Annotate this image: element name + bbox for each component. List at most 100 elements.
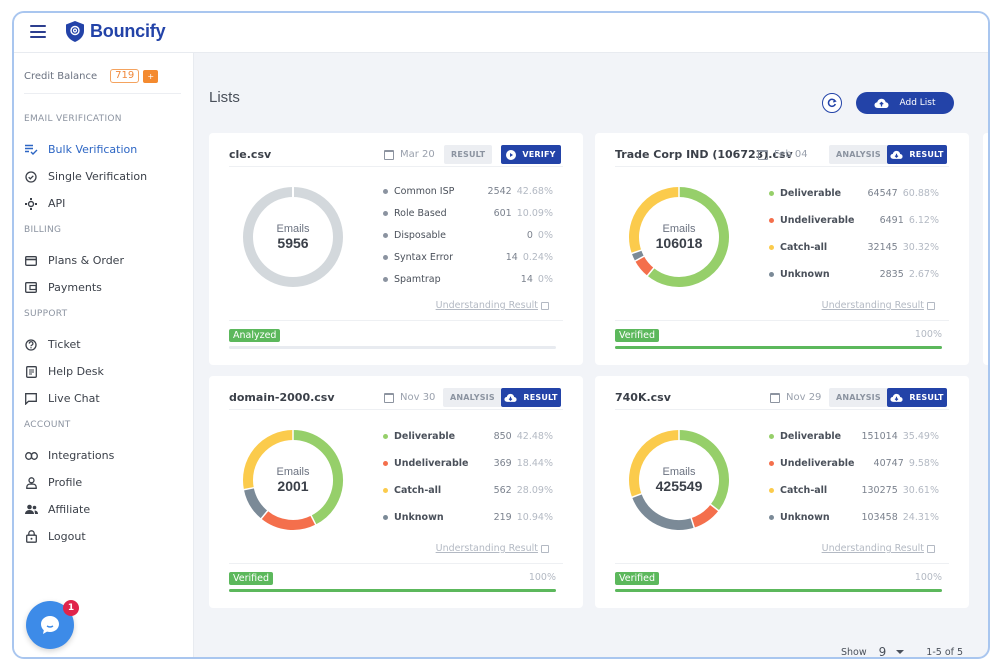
legend-dot bbox=[383, 254, 388, 260]
legend-label: Unknown bbox=[780, 512, 830, 523]
sidebar-item-ticket[interactable]: Ticket bbox=[24, 331, 193, 358]
add-credit-button[interactable]: + bbox=[143, 69, 159, 83]
legend-item: Undeliverable 6491 6.12% bbox=[769, 207, 939, 234]
user-icon bbox=[24, 476, 38, 490]
donut-chart bbox=[243, 187, 343, 287]
legend: Deliverable 151014 35.49% Undeliverable … bbox=[769, 423, 939, 531]
wallet-icon bbox=[24, 281, 38, 295]
page-size-select[interactable]: 9 bbox=[879, 645, 887, 657]
chevron-down-icon[interactable] bbox=[896, 650, 905, 654]
nav-section-title: BILLING bbox=[24, 225, 62, 235]
legend-dot bbox=[769, 191, 774, 196]
sidebar-item-payments[interactable]: Payments bbox=[24, 274, 193, 301]
list-name[interactable]: 740K.csv bbox=[615, 391, 671, 404]
menu-icon[interactable] bbox=[30, 25, 46, 38]
sidebar-item-single-verification[interactable]: Single Verification bbox=[24, 163, 193, 190]
legend-count: 64547 bbox=[867, 188, 898, 199]
legend-count: 14 bbox=[520, 273, 533, 285]
legend-count: 850 bbox=[493, 431, 512, 442]
legend-dot bbox=[769, 272, 774, 277]
legend-count: 6491 bbox=[879, 215, 904, 226]
help-circle-icon bbox=[24, 338, 38, 352]
understanding-result-link[interactable]: Understanding Result bbox=[436, 543, 549, 554]
sidebar-item-help-desk[interactable]: Help Desk bbox=[24, 358, 193, 385]
sidebar-item-label: Affiliate bbox=[48, 503, 91, 516]
legend-dot bbox=[383, 188, 388, 194]
donut-segment-catch-all bbox=[629, 430, 680, 498]
understanding-result-link[interactable]: Understanding Result bbox=[436, 300, 549, 311]
legend-dot bbox=[769, 218, 774, 223]
donut-segment-deliverable bbox=[647, 187, 729, 287]
sidebar-item-live-chat[interactable]: Live Chat bbox=[24, 385, 193, 412]
list-date: Mar 20 bbox=[384, 149, 435, 160]
sidebar-item-affiliate[interactable]: Affiliate bbox=[24, 496, 193, 523]
nav-section-title: ACCOUNT bbox=[24, 420, 71, 430]
legend-label: Common ISP bbox=[394, 185, 455, 197]
list-name[interactable]: domain-2000.csv bbox=[229, 391, 335, 404]
legend-count: 14 bbox=[505, 251, 518, 263]
sidebar-item-plans-order[interactable]: Plans & Order bbox=[24, 247, 193, 274]
lock-icon bbox=[24, 530, 38, 544]
legend-dot bbox=[769, 488, 774, 493]
donut-segment-deliverable bbox=[678, 430, 729, 511]
analysis-button[interactable]: ANALYSIS bbox=[829, 145, 888, 164]
legend-count: 151014 bbox=[861, 431, 898, 442]
result-button[interactable]: RESULT bbox=[444, 145, 493, 164]
result-button[interactable]: RESULT bbox=[887, 388, 947, 407]
sidebar: Credit Balance 719 + EMAIL VERIFICATION … bbox=[14, 53, 194, 657]
legend-label: Unknown bbox=[394, 512, 444, 523]
cloud-download-icon bbox=[504, 393, 517, 403]
credit-label: Credit Balance bbox=[24, 70, 98, 82]
external-link-icon bbox=[927, 301, 935, 310]
cloud-download-icon bbox=[890, 393, 903, 403]
add-list-button[interactable]: Add List bbox=[856, 92, 954, 114]
sidebar-item-label: Single Verification bbox=[48, 170, 148, 183]
legend-item: Syntax Error 14 0.24% bbox=[383, 246, 553, 268]
result-button[interactable]: RESULT bbox=[887, 145, 947, 164]
legend-dot bbox=[383, 276, 388, 282]
progress-percent: 100% bbox=[528, 572, 556, 583]
legend-dot bbox=[769, 434, 774, 439]
sidebar-item-label: Integrations bbox=[48, 449, 115, 462]
list-name[interactable]: cle.csv bbox=[229, 148, 271, 161]
status-badge: Verified bbox=[229, 572, 274, 585]
api-icon bbox=[24, 197, 38, 211]
legend-dot bbox=[383, 515, 388, 520]
sidebar-item-api[interactable]: API bbox=[24, 190, 193, 217]
list-date: Nov 30 bbox=[384, 392, 435, 403]
legend-percent: 2.67% bbox=[908, 269, 939, 280]
legend-item: Unknown 2835 2.67% bbox=[769, 261, 939, 288]
sidebar-item-profile[interactable]: Profile bbox=[24, 469, 193, 496]
brand[interactable]: Bouncify bbox=[66, 21, 166, 42]
understanding-result-link[interactable]: Understanding Result bbox=[822, 300, 935, 311]
legend-dot bbox=[769, 245, 774, 250]
sidebar-item-logout[interactable]: Logout bbox=[24, 523, 193, 550]
calendar-icon bbox=[758, 149, 768, 160]
sidebar-item-integrations[interactable]: Integrations bbox=[24, 442, 193, 469]
verify-button[interactable]: VERIFY bbox=[501, 145, 561, 164]
legend-label: Catch-all bbox=[394, 485, 442, 496]
legend-label: Deliverable bbox=[394, 431, 456, 442]
divider bbox=[229, 563, 563, 564]
donut-segment-undeliverable bbox=[635, 256, 654, 276]
refresh-button[interactable] bbox=[822, 93, 842, 113]
legend-label: Undeliverable bbox=[780, 215, 855, 226]
legend-percent: 28.09% bbox=[516, 485, 553, 496]
donut-chart bbox=[629, 186, 729, 287]
result-button[interactable]: RESULT bbox=[501, 388, 561, 407]
notification-badge: 1 bbox=[63, 600, 79, 616]
analysis-button[interactable]: ANALYSIS bbox=[443, 388, 502, 407]
card-header: domain-2000.csv Nov 30 ANALYSIS RESULT bbox=[229, 388, 563, 410]
legend-item: Deliverable 151014 35.49% bbox=[769, 423, 939, 450]
legend-label: Spamtrap bbox=[394, 273, 441, 285]
progress-bar bbox=[615, 346, 942, 349]
button-label: RESULT bbox=[523, 393, 558, 402]
legend-percent: 35.49% bbox=[902, 431, 939, 442]
analysis-button[interactable]: ANALYSIS bbox=[829, 388, 888, 407]
donut-segment-undeliverable bbox=[690, 504, 719, 528]
calendar-icon bbox=[384, 392, 394, 403]
sidebar-item-bulk-verification[interactable]: Bulk Verification bbox=[24, 136, 193, 163]
link-icon bbox=[24, 449, 38, 463]
external-link-icon bbox=[927, 544, 935, 553]
understanding-result-link[interactable]: Understanding Result bbox=[822, 543, 935, 554]
